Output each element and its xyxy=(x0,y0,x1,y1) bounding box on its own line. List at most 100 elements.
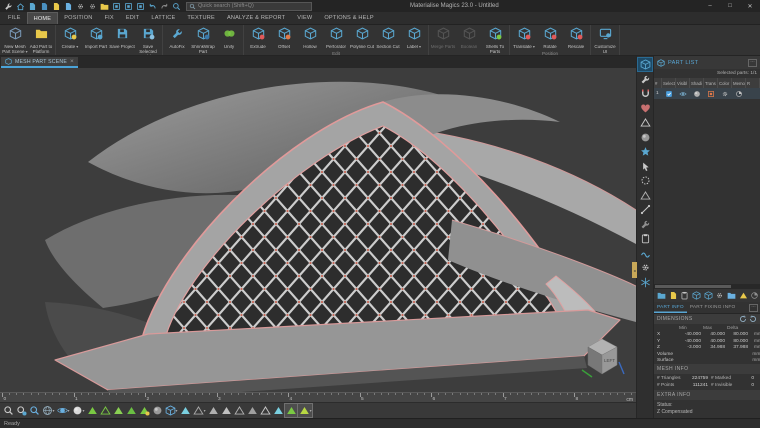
part-list-menu-button[interactable]: ⋯ xyxy=(748,59,757,67)
part-list-column-select[interactable]: Select xyxy=(662,78,676,88)
zoom-selection-icon[interactable] xyxy=(28,404,40,417)
part-list-row[interactable]: 1 xyxy=(654,88,760,99)
restore-button[interactable]: □ xyxy=(720,0,740,12)
ribbon-tab-texture[interactable]: TEXTURE xyxy=(181,12,221,24)
export-icon[interactable] xyxy=(738,290,749,301)
viewport-3d[interactable]: LEFT xyxy=(0,68,636,392)
ribbon-button-polyline-cut[interactable]: Polyline Cut xyxy=(349,26,375,50)
visible-eye-icon[interactable] xyxy=(676,90,690,98)
view-cube[interactable]: LEFT xyxy=(578,334,626,380)
zoom-in-icon[interactable] xyxy=(15,404,27,417)
ribbon-tab-fix[interactable]: FIX xyxy=(99,12,120,24)
triangles-c-icon[interactable] xyxy=(233,404,245,417)
part-list-column-shadi[interactable]: Shadi xyxy=(690,78,704,88)
select-part-icon[interactable] xyxy=(638,58,652,71)
ribbon-tab-position[interactable]: POSITION xyxy=(58,12,98,24)
triangles-a-icon[interactable] xyxy=(207,404,219,417)
duplicate-part-icon[interactable] xyxy=(691,290,702,301)
clipboard-icon[interactable] xyxy=(638,232,652,245)
ribbon-button-rescale[interactable]: Rescale xyxy=(563,26,589,50)
close-button[interactable]: ✕ xyxy=(740,0,760,12)
save-doc-icon[interactable] xyxy=(39,1,50,12)
home-icon[interactable] xyxy=(15,1,26,12)
undo-icon[interactable] xyxy=(147,1,158,12)
collapse-handle[interactable]: ◂ xyxy=(632,262,637,278)
triangle-select-icon[interactable] xyxy=(638,116,652,129)
part-info-menu-button[interactable]: ⋯ xyxy=(749,304,758,312)
ribbon-button-save-project[interactable]: Save Project xyxy=(109,26,135,50)
ribbon-button-import-part[interactable]: Import Part xyxy=(83,26,109,50)
settings-icon[interactable] xyxy=(75,1,86,12)
ribbon-button-section-cut[interactable]: Section Cut xyxy=(375,26,401,50)
ribbon-button-translate[interactable]: Translate ▾ xyxy=(511,26,537,50)
ribbon-button-shells-to-parts[interactable]: Shells To Parts xyxy=(482,26,508,55)
inspect-icon[interactable] xyxy=(714,290,725,301)
ribbon-tab-home[interactable]: HOME xyxy=(27,12,59,24)
platform-view-icon[interactable]: ▾ xyxy=(164,404,178,417)
load-icon[interactable] xyxy=(726,290,737,301)
circle-select-icon[interactable] xyxy=(638,174,652,187)
doc-yellow-icon[interactable] xyxy=(51,1,62,12)
magnet-icon[interactable] xyxy=(638,87,652,100)
settings-alt-icon[interactable] xyxy=(87,1,98,12)
ribbon-button-perforator[interactable]: Perforator xyxy=(323,26,349,50)
fix-wizard-icon[interactable] xyxy=(638,73,652,86)
ribbon-button-customize-ui[interactable]: Customize UI xyxy=(592,26,618,55)
quality-render-icon[interactable] xyxy=(125,404,137,417)
shading-mode-icon[interactable]: ▾ xyxy=(71,404,85,417)
shading-sphere-icon[interactable] xyxy=(690,90,704,98)
redo-icon[interactable] xyxy=(159,1,170,12)
zoom-icon[interactable] xyxy=(2,404,14,417)
rotate-view-icon[interactable]: ▾ xyxy=(56,404,70,417)
shade-wire-icon[interactable] xyxy=(112,404,124,417)
part-list-column-[interactable]: # xyxy=(654,78,662,88)
more-icon[interactable] xyxy=(749,290,760,301)
part-list-column-r[interactable]: R xyxy=(746,78,760,88)
tab-part-fixing-info[interactable]: PART FIXING INFO xyxy=(687,302,739,313)
ribbon-button-shrinkwrap-part[interactable]: ShrinkWrap Part xyxy=(190,26,216,55)
wireframe-icon[interactable] xyxy=(99,404,111,417)
ribbon-button-add-part-to-platform[interactable]: Add Part to Platform xyxy=(28,26,54,55)
search-icon[interactable] xyxy=(171,1,182,12)
tools-icon[interactable] xyxy=(638,218,652,231)
platform-3-icon[interactable] xyxy=(135,1,146,12)
folder-icon[interactable] xyxy=(99,1,110,12)
ribbon-tab-view[interactable]: VIEW xyxy=(291,12,318,24)
sphere-render-icon[interactable] xyxy=(151,404,163,417)
star-tool-icon[interactable] xyxy=(638,145,652,158)
copy-part-icon[interactable] xyxy=(703,290,714,301)
ribbon-button-create[interactable]: Create ▾ xyxy=(57,26,83,50)
marked-triangles-icon[interactable] xyxy=(179,404,191,417)
color-icon[interactable] xyxy=(718,90,732,98)
ribbon-button-autofix[interactable]: AutoFix xyxy=(164,26,190,50)
gear-tool-icon[interactable] xyxy=(638,261,652,274)
ribbon-button-rotate[interactable]: Rotate xyxy=(537,26,563,50)
sphere-tool-icon[interactable] xyxy=(638,131,652,144)
ribbon-tab-analyze-report[interactable]: ANALYZE & REPORT xyxy=(221,12,291,24)
render-extra-icon[interactable] xyxy=(138,404,150,417)
polygon-select-icon[interactable] xyxy=(638,189,652,202)
ribbon-button-save-selected-part-s-as[interactable]: Save Selected Part(s) As xyxy=(135,26,161,55)
part-list-scrollbar[interactable] xyxy=(654,284,760,289)
doc-blue-icon[interactable] xyxy=(63,1,74,12)
freeze-tool-icon[interactable] xyxy=(638,276,652,289)
cursor-tool-icon[interactable] xyxy=(638,160,652,173)
close-icon[interactable]: × xyxy=(70,59,74,64)
copy-icon[interactable] xyxy=(679,290,690,301)
refresh-icon[interactable] xyxy=(739,315,747,323)
fix-heart-icon[interactable] xyxy=(638,102,652,115)
transparency-icon[interactable] xyxy=(704,90,718,98)
tab-part-info[interactable]: PART INFO xyxy=(654,302,687,313)
part-list-column-trans[interactable]: Trans xyxy=(704,78,718,88)
wave-tool-icon[interactable] xyxy=(638,247,652,260)
triangles-f-icon[interactable] xyxy=(272,404,284,417)
ribbon-button-new-mesh-part-scene[interactable]: New Mesh Part Scene ▾ xyxy=(2,26,28,55)
ribbon-tab-lattice[interactable]: LATTICE xyxy=(145,12,181,24)
ribbon-button-extrude[interactable]: Extrude xyxy=(245,26,271,50)
fix-tool-icon[interactable] xyxy=(3,1,14,12)
active-mark-icon[interactable] xyxy=(285,404,297,417)
new-doc-icon[interactable] xyxy=(668,290,679,301)
scrollbar-thumb[interactable] xyxy=(655,285,731,288)
ribbon-button-offset[interactable]: Offset xyxy=(271,26,297,50)
view-mode-icon[interactable]: ▾ xyxy=(41,404,55,417)
